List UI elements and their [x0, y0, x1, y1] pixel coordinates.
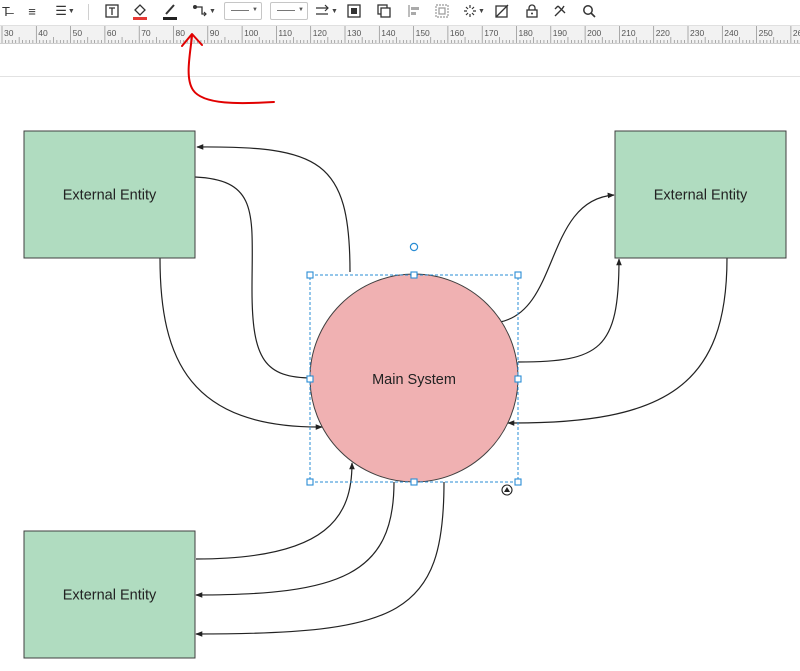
- annotation-arrow: [181, 33, 275, 105]
- resize-handle-se[interactable]: [514, 478, 522, 486]
- diagram-canvas[interactable]: External Entity External Entity External…: [0, 0, 800, 671]
- more-options-icon[interactable]: [501, 484, 513, 496]
- flow-system-to-bottomleft-1[interactable]: [195, 481, 395, 598]
- rotate-handle[interactable]: [409, 242, 419, 252]
- resize-handle-e[interactable]: [514, 375, 522, 383]
- resize-handle-n[interactable]: [410, 271, 418, 279]
- resize-handle-ne[interactable]: [514, 271, 522, 279]
- system-label: Main System: [372, 372, 456, 388]
- entity-label: External Entity: [63, 588, 157, 604]
- resize-handle-s[interactable]: [410, 478, 418, 486]
- flow-bottomleft-to-system[interactable]: [195, 462, 355, 560]
- flow-system-to-topright[interactable]: [499, 192, 615, 323]
- flow-topright-to-system[interactable]: [507, 257, 728, 426]
- entity-top-left[interactable]: External Entity: [23, 130, 196, 259]
- flow-system-to-topleft-1[interactable]: [196, 144, 351, 273]
- main-system-process[interactable]: Main System: [309, 273, 519, 483]
- resize-handle-w[interactable]: [306, 375, 314, 383]
- entity-label: External Entity: [63, 188, 157, 204]
- flow-topleft-down-to-system[interactable]: [159, 257, 323, 430]
- resize-handle-sw[interactable]: [306, 478, 314, 486]
- entity-label: External Entity: [654, 188, 748, 204]
- entity-bottom-left[interactable]: External Entity: [23, 530, 196, 659]
- resize-handle-nw[interactable]: [306, 271, 314, 279]
- flow-system-to-topright-2[interactable]: [517, 258, 622, 363]
- flow-topleft-to-system[interactable]: [194, 176, 314, 381]
- entity-top-right[interactable]: External Entity: [614, 130, 787, 259]
